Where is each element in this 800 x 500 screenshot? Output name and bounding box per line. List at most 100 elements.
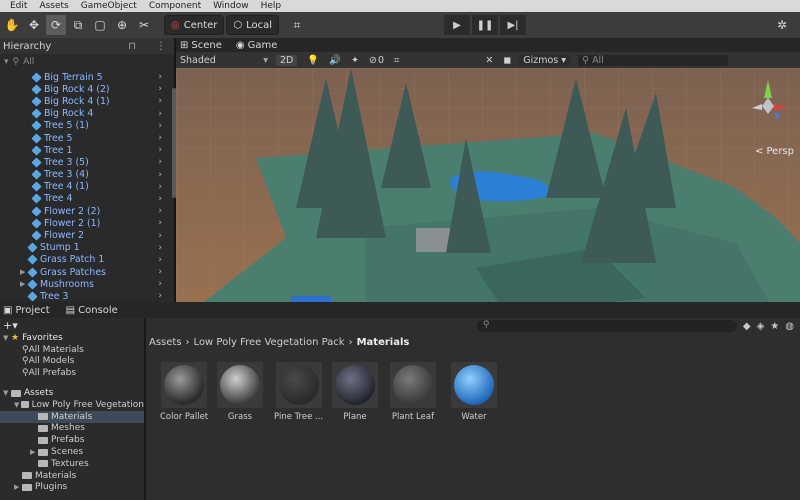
space-toggle[interactable]: ⬡ Local [226,15,280,35]
assets-header[interactable]: ▼ Assets [0,387,144,399]
tab-console[interactable]: ▤ Console [66,305,118,316]
material-asset[interactable]: Plant Leaf [390,362,436,422]
menu-edit[interactable]: Edit [10,1,27,11]
hierarchy-item[interactable]: Big Rock 4 (2) › [0,83,174,95]
breadcrumb-assets[interactable]: Assets [149,337,182,348]
hierarchy-item[interactable]: Tree 3 › [0,290,174,302]
material-asset[interactable]: Color Pallet [160,362,208,422]
hierarchy-search[interactable]: ▾ ⚲ All [4,55,170,69]
assets-tree-item[interactable]: Materials [0,410,144,423]
favorites-item[interactable]: ⚲ All Prefabs [0,367,144,379]
settings-gear-icon[interactable]: ✲ [772,15,792,35]
chevron-right-icon[interactable]: › [158,109,162,119]
favorite-star-icon[interactable]: ★ [770,321,779,332]
material-asset[interactable]: Pine Tree ... [274,362,323,422]
hierarchy-search-input[interactable]: All [23,57,34,67]
hierarchy-item[interactable]: Big Rock 4 (1) › [0,95,174,107]
rotate-tool-icon[interactable]: ⟳ [46,15,66,35]
chevron-right-icon[interactable]: › [158,279,162,289]
favorites-item[interactable]: ⚲ All Materials [0,344,144,356]
assets-tree-item[interactable]: ▶ Scenes [0,446,144,458]
scene-search-input[interactable]: ⚲ All [578,54,729,66]
tools-icon[interactable]: ✕ [485,55,493,66]
assets-tree-item[interactable]: Textures [0,458,144,470]
hierarchy-item[interactable]: Flower 2 (1) › [0,217,174,229]
assets-tree-item[interactable]: ▶ Plugins [0,482,144,494]
menu-help[interactable]: Help [261,1,282,11]
hierarchy-item[interactable]: Tree 4 (1) › [0,181,174,193]
chevron-right-icon[interactable]: › [158,267,162,277]
hierarchy-item[interactable]: Flower 2 (2) › [0,205,174,217]
grid-snap-icon[interactable]: ⌗ [287,15,307,35]
filter-by-label-icon[interactable]: ◈ [757,321,765,332]
assets-tree-item[interactable]: ▼ Low Poly Free Vegetation [0,399,144,411]
step-icon[interactable]: ▶| [500,15,526,35]
tab-game[interactable]: ◉ Game [236,40,278,51]
favorites-header[interactable]: ▼ ★ Favorites [0,332,144,344]
transform-tool-icon[interactable]: ⊕ [112,15,132,35]
effects-icon[interactable]: ✦ [351,55,359,66]
pause-icon[interactable]: ❚❚ [472,15,498,35]
hierarchy-item[interactable]: Tree 5 › [0,132,174,144]
assets-tree-item[interactable]: Meshes [0,423,144,435]
hierarchy-item[interactable]: Stump 1 › [0,242,174,254]
hierarchy-item[interactable]: Tree 4 › [0,193,174,205]
material-asset[interactable]: Grass [217,362,263,422]
audio-icon[interactable]: 🔊 [329,55,341,66]
hierarchy-item[interactable]: Grass Patch 1 › [0,254,174,266]
grid-icon[interactable]: ⌗ [394,55,399,66]
filter-by-type-icon[interactable]: ◆ [743,321,751,332]
scene-gizmo-icon[interactable] [744,76,792,134]
gizmos-dropdown[interactable]: Gizmos ▾ [519,54,571,66]
chevron-right-icon[interactable]: › [158,157,162,167]
expand-arrow-icon[interactable]: ▶ [30,448,38,456]
assets-tree-item[interactable]: Materials [0,470,144,482]
hierarchy-item[interactable]: Tree 3 (5) › [0,156,174,168]
play-icon[interactable]: ▶ [444,15,470,35]
chevron-right-icon[interactable]: › [158,170,162,180]
chevron-right-icon[interactable]: › [158,194,162,204]
chevron-right-icon[interactable]: › [158,133,162,143]
hierarchy-item[interactable]: ▶ Mushrooms › [0,278,174,290]
material-asset[interactable]: Water [451,362,497,422]
create-button[interactable]: +▾ [0,318,144,332]
persp-label[interactable]: < Persp [755,146,794,157]
expand-arrow-icon[interactable]: ▶ [14,483,22,491]
hierarchy-item[interactable]: Flower 2 › [0,229,174,241]
custom-tool-icon[interactable]: ✂ [134,15,154,35]
menu-gameobject[interactable]: GameObject [81,1,137,11]
chevron-right-icon[interactable]: › [158,218,162,228]
pivot-toggle[interactable]: ◎ Center [164,15,225,35]
hierarchy-tab[interactable]: Hierarchy ⊓ ⋮ [0,38,174,54]
lighting-icon[interactable]: 💡 [307,55,319,66]
chevron-right-icon[interactable]: › [158,72,162,82]
assets-tree-item[interactable]: Prefabs [0,434,144,446]
menu-window[interactable]: Window [213,1,249,11]
project-search-input[interactable]: ⚲ [476,320,737,332]
chevron-right-icon[interactable]: › [158,84,162,94]
chevron-right-icon[interactable]: › [158,182,162,192]
hidden-packages-icon[interactable]: ◍ [785,321,794,332]
favorites-item[interactable]: ⚲ All Models [0,356,144,368]
chevron-right-icon[interactable]: › [158,206,162,216]
shading-dropdown[interactable]: Shaded ▾ [180,55,268,66]
hierarchy-item[interactable]: ▶ Grass Patches › [0,266,174,278]
hierarchy-item[interactable]: Tree 5 (1) › [0,120,174,132]
scene-viewport[interactable]: < Persp [176,68,800,314]
breadcrumb-materials[interactable]: Materials [357,337,410,348]
chevron-right-icon[interactable]: › [158,291,162,301]
hidden-objects-toggle[interactable]: ⊘ 0 [369,55,384,66]
hierarchy-item[interactable]: Tree 1 › [0,144,174,156]
chevron-right-icon[interactable]: › [158,231,162,241]
tab-scene[interactable]: ⊞ Scene [180,40,222,51]
chevron-right-icon[interactable]: › [158,243,162,253]
hierarchy-item[interactable]: Big Rock 4 › [0,108,174,120]
kebab-menu-icon[interactable]: ⋮ [156,41,166,52]
2d-toggle-button[interactable]: 2D [276,54,298,66]
menu-component[interactable]: Component [149,1,201,11]
hierarchy-item[interactable]: Tree 3 (4) › [0,169,174,181]
hand-tool-icon[interactable]: ✋ [2,15,22,35]
chevron-right-icon[interactable]: › [158,121,162,131]
chevron-right-icon[interactable]: › [158,145,162,155]
scale-tool-icon[interactable]: ⧉ [68,15,88,35]
